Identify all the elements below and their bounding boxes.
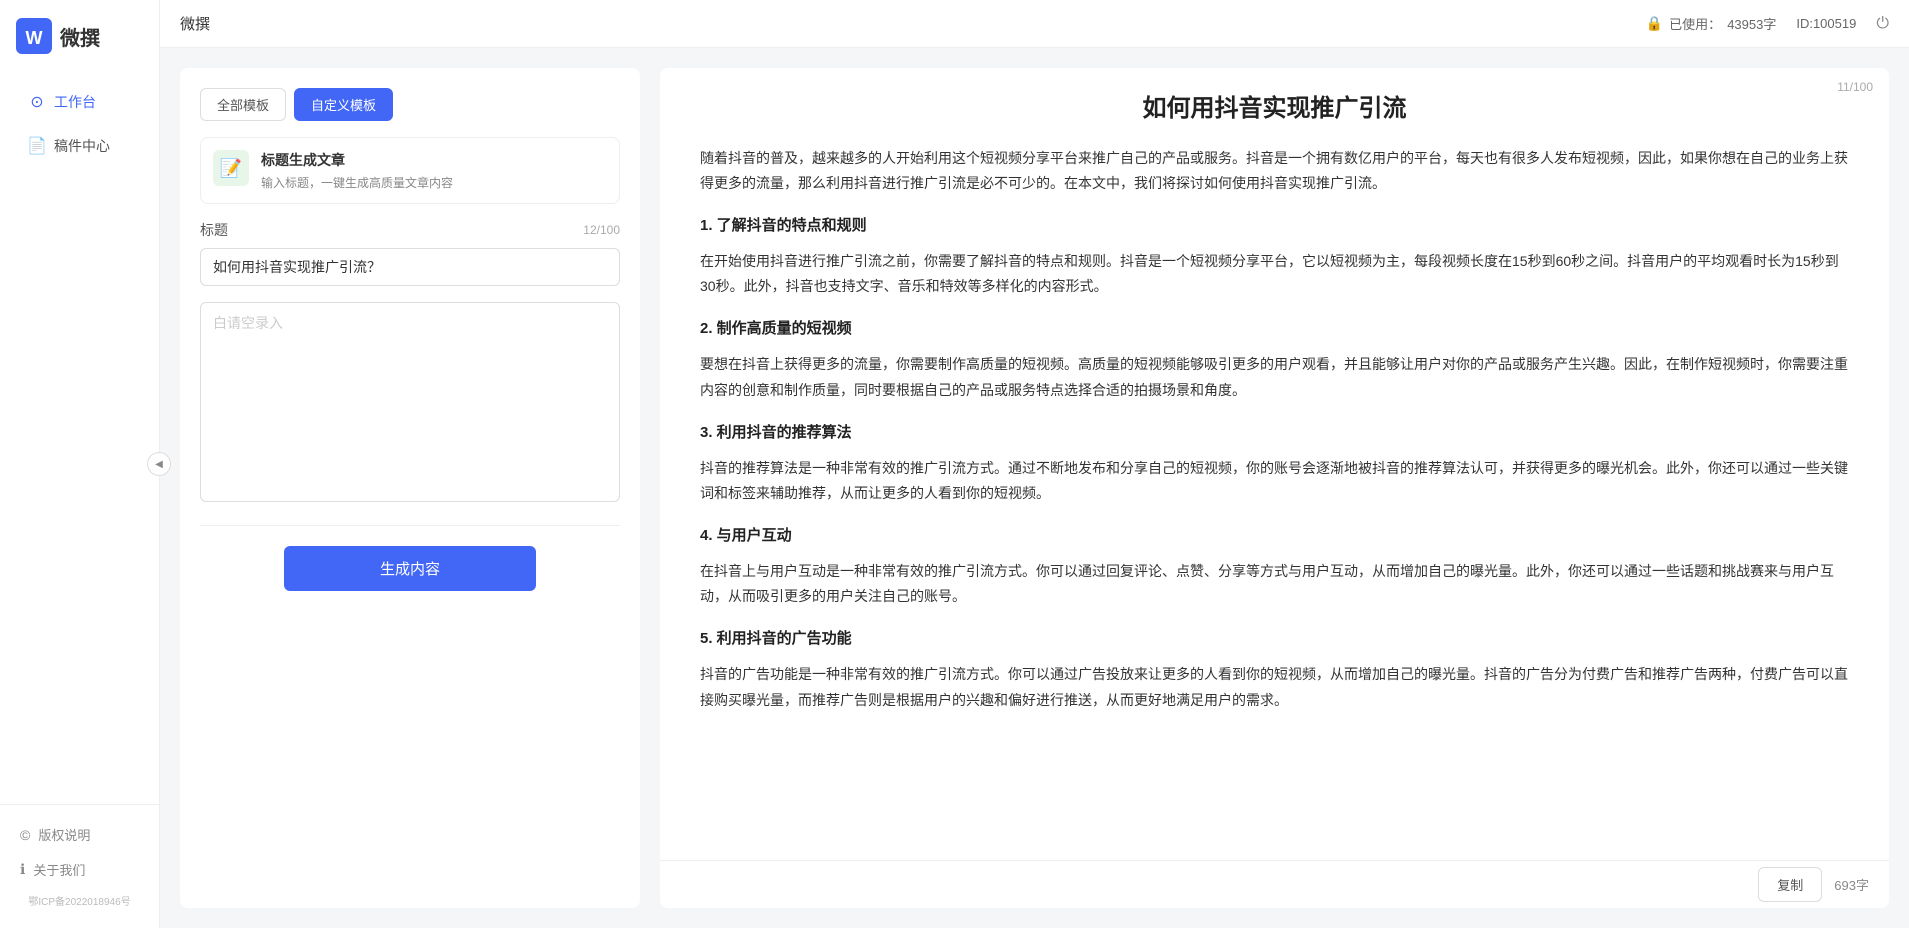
content-textarea[interactable] <box>200 302 620 502</box>
article-section-content: 要想在抖音上获得更多的流量，你需要制作高质量的短视频。高质量的短视频能够吸引更多… <box>700 352 1849 402</box>
main-area: 微撰 🔒 已使用： 43953字 ID:100519 ⏻ 全部模板 自定义模板 … <box>160 0 1909 928</box>
title-label: 标题 <box>200 220 228 240</box>
sidebar-item-workbench[interactable]: ⊙ 工作台 <box>8 82 151 122</box>
logo-icon: W <box>16 18 52 54</box>
about-icon: ℹ <box>20 861 25 878</box>
template-card-icon: 📝 <box>213 150 249 186</box>
usage-label: 已使用： <box>1669 14 1721 33</box>
page-count: 11/100 <box>1837 80 1873 94</box>
svg-text:W: W <box>26 28 43 48</box>
copyright-label: 版权说明 <box>38 825 90 844</box>
sidebar-item-drafts[interactable]: 📄 稿件中心 <box>8 126 151 166</box>
sidebar-collapse-button[interactable]: ◀ <box>147 452 171 476</box>
sidebar-item-label: 工作台 <box>54 92 96 112</box>
template-tabs: 全部模板 自定义模板 <box>200 88 620 121</box>
title-label-row: 标题 12/100 <box>200 220 620 240</box>
word-count: 693字 <box>1834 875 1869 894</box>
divider <box>200 525 620 526</box>
sidebar-item-copyright[interactable]: © 版权说明 <box>8 817 151 852</box>
workbench-icon: ⊙ <box>28 93 46 111</box>
drafts-icon: 📄 <box>28 137 46 155</box>
article-intro: 随着抖音的普及，越来越多的人开始利用这个短视频分享平台来推广自己的产品或服务。抖… <box>700 146 1849 196</box>
sidebar-nav: ⊙ 工作台 📄 稿件中心 <box>0 72 159 804</box>
copyright-icon: © <box>20 827 30 843</box>
article-section-content: 抖音的广告功能是一种非常有效的推广引流方式。你可以通过广告投放来让更多的人看到你… <box>700 662 1849 712</box>
left-panel: 全部模板 自定义模板 📝 标题生成文章 输入标题，一键生成高质量文章内容 标题 … <box>180 68 640 908</box>
article-title: 如何用抖音实现推广引流 <box>700 92 1849 126</box>
user-id: ID:100519 <box>1796 16 1856 31</box>
article-section-heading: 5. 利用抖音的广告功能 <box>700 625 1849 652</box>
content-area: 全部模板 自定义模板 📝 标题生成文章 输入标题，一键生成高质量文章内容 标题 … <box>160 48 1909 928</box>
right-panel: 11/100 如何用抖音实现推广引流 随着抖音的普及，越来越多的人开始利用这个短… <box>660 68 1889 908</box>
logo-text: 微撰 <box>60 22 100 51</box>
article-section-content: 在开始使用抖音进行推广引流之前，你需要了解抖音的特点和规则。抖音是一个短视频分享… <box>700 249 1849 299</box>
topbar-title: 微撰 <box>180 13 210 34</box>
usage-info: 🔒 已使用： 43953字 <box>1646 14 1777 33</box>
sidebar-item-label: 稿件中心 <box>54 136 110 156</box>
template-card-desc: 输入标题，一键生成高质量文章内容 <box>261 174 607 191</box>
article-section-content: 抖音的推荐算法是一种非常有效的推广引流方式。通过不断地发布和分享自己的短视频，你… <box>700 456 1849 506</box>
title-char-count: 12/100 <box>583 223 620 237</box>
article-footer: 复制 693字 <box>660 860 1889 908</box>
article-section-heading: 4. 与用户互动 <box>700 522 1849 549</box>
article-section-heading: 1. 了解抖音的特点和规则 <box>700 212 1849 239</box>
topbar-right: 🔒 已使用： 43953字 ID:100519 ⏻ <box>1646 14 1889 33</box>
article-section-heading: 2. 制作高质量的短视频 <box>700 315 1849 342</box>
template-card-info: 标题生成文章 输入标题，一键生成高质量文章内容 <box>261 150 607 191</box>
sidebar-bottom: © 版权说明 ℹ 关于我们 鄂ICP备2022018946号 <box>0 804 159 928</box>
logout-button[interactable]: ⏻ <box>1876 15 1889 33</box>
tab-custom-templates[interactable]: 自定义模板 <box>294 88 393 121</box>
template-card-title: 标题生成文章 <box>261 150 607 170</box>
tab-all-templates[interactable]: 全部模板 <box>200 88 286 121</box>
article-header: 如何用抖音实现推广引流 <box>660 68 1889 126</box>
sidebar-item-about[interactable]: ℹ 关于我们 <box>8 852 151 887</box>
template-card-title-article[interactable]: 📝 标题生成文章 输入标题，一键生成高质量文章内容 <box>200 137 620 204</box>
sidebar: W 微撰 ⊙ 工作台 📄 稿件中心 © 版权说明 ℹ 关于我们 鄂ICP备202… <box>0 0 160 928</box>
title-input[interactable] <box>200 248 620 286</box>
title-form-section: 标题 12/100 <box>200 220 620 286</box>
copy-button[interactable]: 复制 <box>1758 867 1822 902</box>
logo-area: W 微撰 <box>0 0 159 72</box>
textarea-form-section <box>200 302 620 505</box>
icp-text: 鄂ICP备2022018946号 <box>8 887 151 916</box>
usage-count: 43953字 <box>1727 14 1776 33</box>
topbar: 微撰 🔒 已使用： 43953字 ID:100519 ⏻ <box>160 0 1909 48</box>
article-body[interactable]: 随着抖音的普及，越来越多的人开始利用这个短视频分享平台来推广自己的产品或服务。抖… <box>660 126 1889 860</box>
article-section-heading: 3. 利用抖音的推荐算法 <box>700 419 1849 446</box>
article-section-content: 在抖音上与用户互动是一种非常有效的推广引流方式。你可以通过回复评论、点赞、分享等… <box>700 559 1849 609</box>
generate-button[interactable]: 生成内容 <box>284 546 536 591</box>
about-label: 关于我们 <box>33 860 85 879</box>
usage-icon: 🔒 <box>1646 15 1663 32</box>
